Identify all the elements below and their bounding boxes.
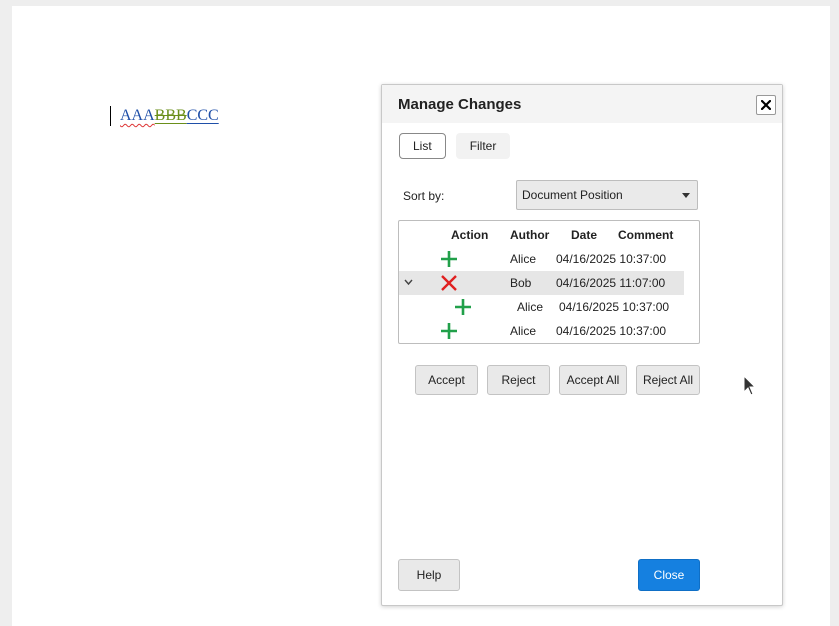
close-button[interactable]: Close [638, 559, 700, 591]
list-item-child[interactable]: Alice 04/16/2025 10:37:00 [399, 295, 699, 319]
dialog-tabs: List Filter [399, 133, 511, 159]
text-segment-original: AAA [120, 107, 155, 124]
sort-by-select[interactable]: Document Position [516, 180, 698, 210]
dialog-title: Manage Changes [398, 96, 522, 113]
row-date: 04/16/2025 10:37:00 [559, 300, 670, 314]
text-cursor [110, 106, 111, 126]
row-date: 04/16/2025 10:37:00 [556, 252, 667, 266]
close-icon[interactable] [756, 95, 776, 115]
dialog-header: Manage Changes [382, 85, 782, 123]
insert-plus-icon [455, 299, 471, 315]
text-segment-inserted: CCC [186, 107, 219, 124]
row-date: 04/16/2025 10:37:00 [556, 324, 667, 338]
tab-list[interactable]: List [399, 133, 446, 159]
text-segment-tracked: BBB [154, 107, 187, 124]
list-item-selected[interactable]: Bob 04/16/2025 11:07:00 [399, 271, 684, 295]
manage-changes-dialog: Manage Changes List Filter Sort by: Docu… [381, 84, 783, 606]
list-item[interactable]: Alice 04/16/2025 10:37:00 [399, 247, 699, 271]
chevron-down-icon [682, 193, 690, 198]
accept-button[interactable]: Accept [415, 365, 478, 395]
delete-x-icon [441, 275, 457, 291]
tab-filter[interactable]: Filter [455, 133, 511, 159]
accept-all-button[interactable]: Accept All [559, 365, 627, 395]
row-author: Bob [510, 276, 532, 290]
insert-plus-icon [441, 323, 457, 339]
help-button[interactable]: Help [398, 559, 460, 591]
column-comment[interactable]: Comment [618, 228, 673, 242]
column-author[interactable]: Author [510, 228, 549, 242]
document-text[interactable]: AAA BBB CCC [110, 106, 219, 126]
sort-by-label: Sort by: [403, 189, 445, 203]
sort-by-value: Document Position [522, 188, 623, 202]
list-item[interactable]: Alice 04/16/2025 10:37:00 [399, 319, 699, 343]
row-author: Alice [517, 300, 544, 314]
column-date[interactable]: Date [571, 228, 597, 242]
row-date: 04/16/2025 11:07:00 [556, 276, 666, 290]
list-header: Action Author Date Comment [399, 221, 699, 247]
row-author: Alice [510, 252, 537, 266]
insert-plus-icon [441, 251, 457, 267]
chevron-down-icon[interactable] [404, 279, 413, 286]
changes-list[interactable]: Action Author Date Comment Alice 04/16/2… [398, 220, 700, 344]
row-author: Alice [510, 324, 537, 338]
reject-all-button[interactable]: Reject All [636, 365, 700, 395]
mouse-pointer-icon [743, 375, 757, 396]
column-action[interactable]: Action [451, 228, 488, 242]
reject-button[interactable]: Reject [487, 365, 550, 395]
